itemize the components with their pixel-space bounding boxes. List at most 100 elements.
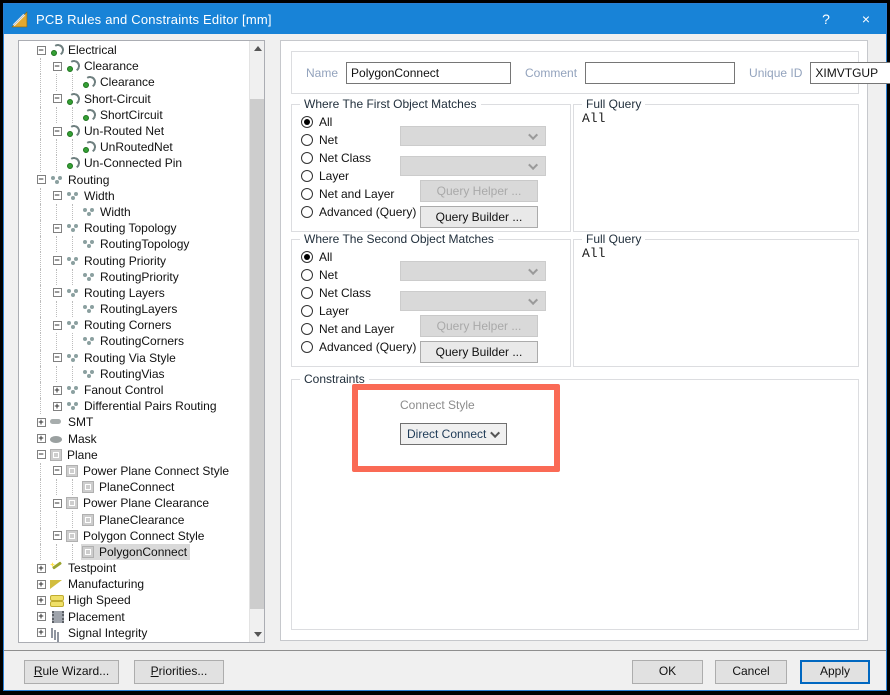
collapse-icon[interactable]: −: [49, 466, 65, 475]
expand-icon[interactable]: +: [33, 564, 49, 573]
tree-item-mask[interactable]: +Mask: [33, 431, 248, 447]
collapse-icon[interactable]: −: [49, 531, 65, 540]
tree-guide: [65, 107, 81, 123]
second-netclass-dropdown[interactable]: [400, 291, 546, 311]
tree-item-label: Differential Pairs Routing: [83, 399, 217, 413]
tree-item-clearance[interactable]: Clearance: [33, 74, 248, 90]
tree-guide: [49, 155, 65, 171]
tree-item-short-circuit[interactable]: −Short-Circuit: [33, 91, 248, 107]
tree-item-un-connected-pin[interactable]: Un-Connected Pin: [33, 155, 248, 171]
expand-icon[interactable]: +: [33, 434, 49, 443]
second-query-builder-button[interactable]: Query Builder ...: [420, 341, 538, 363]
tree-item-routing-via-style[interactable]: −Routing Via Style: [33, 350, 248, 366]
priorities-button[interactable]: Priorities...: [134, 660, 224, 684]
tree-item-fanout-control[interactable]: +Fanout Control: [33, 382, 248, 398]
tree-item-power-plane-connect-style[interactable]: −Power Plane Connect Style: [33, 463, 248, 479]
tree-item-unroutednet[interactable]: UnRoutedNet: [33, 139, 248, 155]
cancel-button[interactable]: Cancel: [715, 660, 787, 684]
collapse-icon[interactable]: −: [49, 353, 65, 362]
unique-id-input[interactable]: [810, 62, 890, 84]
tree-item-signal-integrity[interactable]: +Signal Integrity: [33, 625, 248, 641]
tree-scrollbar[interactable]: [249, 41, 264, 642]
expand-icon[interactable]: +: [33, 612, 49, 621]
tree-item-power-plane-clearance[interactable]: −Power Plane Clearance: [33, 495, 248, 511]
tree-item-routing-priority[interactable]: −Routing Priority: [33, 252, 248, 268]
radio-net-and-layer[interactable]: Net and Layer: [301, 320, 416, 338]
connect-style-dropdown[interactable]: Direct Connect: [400, 423, 507, 445]
help-button[interactable]: ?: [806, 4, 846, 34]
tree-item-polygon-connect-style[interactable]: −Polygon Connect Style: [33, 528, 248, 544]
first-query-builder-button[interactable]: Query Builder ...: [420, 206, 538, 228]
tree-item-clearance[interactable]: −Clearance: [33, 58, 248, 74]
apply-button[interactable]: Apply: [800, 660, 870, 684]
tree-item-high-speed[interactable]: +High Speed: [33, 592, 248, 608]
scroll-down-arrow[interactable]: [250, 627, 265, 642]
first-net-dropdown[interactable]: [400, 126, 546, 146]
expand-icon[interactable]: +: [33, 418, 49, 427]
routing-rule-icon: [66, 384, 79, 396]
collapse-icon[interactable]: −: [49, 191, 65, 200]
tree-item-testpoint[interactable]: + Testpoint: [33, 560, 248, 576]
comment-input[interactable]: [585, 62, 735, 84]
routing-rule-icon: [66, 352, 79, 364]
name-input[interactable]: [346, 62, 511, 84]
radio-net-and-layer[interactable]: Net and Layer: [301, 185, 416, 203]
collapse-icon[interactable]: −: [33, 46, 49, 55]
tree-guide: [65, 366, 81, 382]
rule-wizard-button[interactable]: Rule Wizard...: [24, 660, 119, 684]
first-netclass-dropdown[interactable]: [400, 156, 546, 176]
tree-item-plane[interactable]: −Plane: [33, 447, 248, 463]
collapse-icon[interactable]: −: [49, 127, 65, 136]
tree-item-routing[interactable]: −Routing: [33, 172, 248, 188]
radio-advanced-query-[interactable]: Advanced (Query): [301, 203, 416, 221]
tree-item-un-routed-net[interactable]: −Un-Routed Net: [33, 123, 248, 139]
collapse-icon[interactable]: −: [33, 450, 49, 459]
tree-item-width[interactable]: Width: [33, 204, 248, 220]
tree-item-routingtopology[interactable]: RoutingTopology: [33, 236, 248, 252]
second-net-dropdown[interactable]: [400, 261, 546, 281]
tree-item-planeclearance[interactable]: PlaneClearance: [33, 511, 248, 527]
tree-item-planeconnect[interactable]: PlaneConnect: [33, 479, 248, 495]
collapse-icon[interactable]: −: [49, 224, 65, 233]
tree-guide: [33, 91, 49, 107]
tree-item-manufacturing[interactable]: +Manufacturing: [33, 576, 248, 592]
tree-item-placement[interactable]: +Placement: [33, 609, 248, 625]
first-query-helper-button[interactable]: Query Helper ...: [420, 180, 538, 202]
close-button[interactable]: ×: [846, 4, 886, 34]
collapse-icon[interactable]: −: [33, 175, 49, 184]
tree-item-routingpriority[interactable]: RoutingPriority: [33, 269, 248, 285]
collapse-icon[interactable]: −: [49, 94, 65, 103]
tree-item-shortcircuit[interactable]: ShortCircuit: [33, 107, 248, 123]
tree-item-routingcorners[interactable]: RoutingCorners: [33, 333, 248, 349]
tree-item-routingvias[interactable]: RoutingVias: [33, 366, 248, 382]
expand-icon[interactable]: +: [33, 628, 49, 637]
tree-item-label: Testpoint: [67, 561, 116, 575]
tree-item-routing-layers[interactable]: −Routing Layers: [33, 285, 248, 301]
screenshot-root: PCB Rules and Constraints Editor [mm] ? …: [0, 0, 890, 695]
radio-advanced-query-[interactable]: Advanced (Query): [301, 338, 416, 356]
collapse-icon[interactable]: −: [49, 321, 65, 330]
second-query-helper-button[interactable]: Query Helper ...: [420, 315, 538, 337]
ok-button[interactable]: OK: [632, 660, 703, 684]
tree-item-differential-pairs-routing[interactable]: + Differential Pairs Routing: [33, 398, 248, 414]
tree-item-routinglayers[interactable]: RoutingLayers: [33, 301, 248, 317]
tree-item-width[interactable]: −Width: [33, 188, 248, 204]
expand-icon[interactable]: +: [33, 596, 49, 605]
expand-icon[interactable]: +: [49, 402, 65, 411]
routing-rule-icon: [82, 335, 95, 347]
radio-icon: [301, 287, 313, 299]
collapse-icon[interactable]: −: [49, 288, 65, 297]
tree-item-routing-corners[interactable]: −Routing Corners: [33, 317, 248, 333]
collapse-icon[interactable]: −: [49, 499, 65, 508]
collapse-icon[interactable]: −: [49, 62, 65, 71]
expand-icon[interactable]: +: [49, 386, 65, 395]
collapse-icon[interactable]: −: [49, 256, 65, 265]
tree-item-routing-topology[interactable]: −Routing Topology: [33, 220, 248, 236]
expand-icon[interactable]: +: [33, 580, 49, 589]
tree-item-polygonconnect[interactable]: PolygonConnect: [33, 544, 248, 560]
radio-icon: [301, 251, 313, 263]
scroll-thumb[interactable]: [250, 99, 265, 609]
scroll-up-arrow[interactable]: [250, 41, 265, 56]
tree-item-electrical[interactable]: −Electrical: [33, 42, 248, 58]
tree-item-smt[interactable]: +SMT: [33, 414, 248, 430]
